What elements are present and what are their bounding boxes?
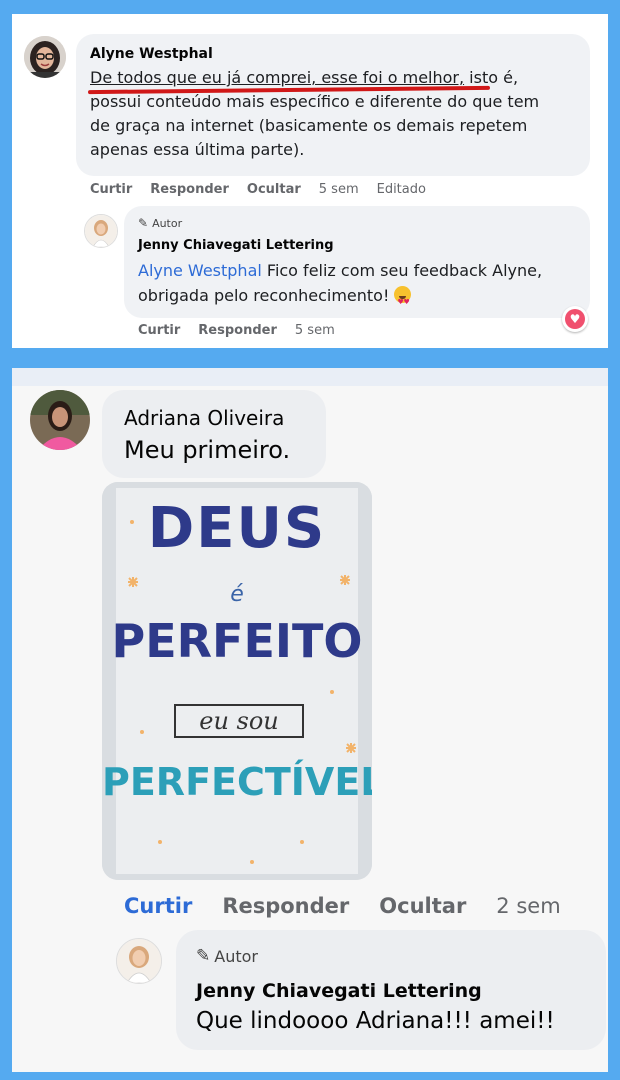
avatar-adriana-image: [30, 390, 90, 450]
comment-author-name[interactable]: Adriana Oliveira: [124, 406, 284, 430]
lettering-line-eu-sou: eu sou: [174, 704, 304, 738]
comment-panel-bottom: Adriana Oliveira Meu primeiro. DEUS é PE…: [12, 368, 608, 1072]
highlighted-text: De todos que eu já comprei, esse foi o m…: [90, 68, 465, 87]
like-button[interactable]: Curtir: [124, 894, 192, 918]
mention-link[interactable]: Alyne Westphal: [138, 261, 262, 280]
comment-text-line4: apenas essa última parte).: [90, 140, 305, 159]
timestamp[interactable]: 5 sem: [319, 182, 359, 197]
lettering-line-e: é: [230, 582, 244, 607]
comment-author-name[interactable]: Alyne Westphal: [90, 46, 213, 62]
reply-text-line1-rest: Fico feliz com seu feedback Alyne,: [261, 261, 543, 280]
panel-top-strip: [12, 368, 608, 386]
reply-text: Alyne Westphal Fico feliz com seu feedba…: [138, 258, 542, 308]
comment-text-line3: de graça na internet (basicamente os dem…: [90, 116, 528, 135]
comment-actions-alyne: Curtir Responder Ocultar 5 sem Editado: [90, 182, 426, 197]
reply-actions-jenny: Curtir Responder 5 sem: [138, 323, 335, 338]
pencil-icon: ✎: [138, 216, 149, 230]
pencil-icon: ✎: [196, 946, 211, 966]
avatar-alyne[interactable]: [24, 36, 66, 78]
comment-panel-top: Alyne Westphal De todos que eu já compre…: [12, 14, 608, 348]
like-button[interactable]: Curtir: [90, 182, 132, 197]
comment-text-line2: possui conteúdo mais específico e difere…: [90, 92, 540, 111]
hide-button[interactable]: Ocultar: [379, 894, 466, 918]
comment-bubble-adriana: Adriana Oliveira Meu primeiro.: [102, 390, 326, 478]
heart-reaction-icon[interactable]: ♥: [562, 306, 588, 332]
comment-bubble-alyne: Alyne Westphal De todos que eu já compre…: [76, 34, 590, 176]
heart-eyes-emoji-icon: ♥ ♥: [394, 286, 412, 306]
reply-author-name[interactable]: Jenny Chiavegati Lettering: [138, 238, 334, 253]
lettering-line-perfectivel: PERFECTÍVEL: [102, 760, 372, 804]
lettering-line-deus: DEUS: [147, 496, 327, 561]
timestamp[interactable]: 2 sem: [496, 894, 560, 918]
comment-attached-image[interactable]: DEUS é PERFEITO eu sou PERFECTÍVEL: [102, 482, 372, 880]
reply-text: Que lindoooo Adriana!!! amei!!: [196, 1008, 555, 1034]
author-badge-label: Autor: [152, 216, 183, 230]
lettering-text: DEUS é PERFEITO eu sou PERFECTÍVEL: [102, 482, 372, 880]
reply-author-name[interactable]: Jenny Chiavegati Lettering: [196, 980, 482, 1002]
edited-label[interactable]: Editado: [377, 182, 426, 197]
reply-bubble-jenny: ✎ Autor Jenny Chiavegati Lettering Que l…: [176, 930, 606, 1050]
avatar-jenny[interactable]: [84, 214, 118, 248]
author-badge-label: Autor: [214, 946, 258, 966]
timestamp[interactable]: 5 sem: [295, 323, 335, 338]
like-button[interactable]: Curtir: [138, 323, 180, 338]
reply-text-line2: obrigada pelo reconhecimento! ♥ ♥: [138, 283, 542, 308]
hide-button[interactable]: Ocultar: [247, 182, 301, 197]
comment-text: Meu primeiro.: [124, 436, 291, 464]
avatar-jenny-image: [85, 215, 117, 247]
reply-bubble-jenny: ✎ Autor Jenny Chiavegati Lettering Alyne…: [124, 206, 590, 318]
lettering-line-perfeito: PERFEITO: [111, 614, 363, 668]
comment-text-line1-rest: isto é,: [464, 68, 519, 87]
avatar-jenny[interactable]: [116, 938, 162, 984]
author-badge: ✎ Autor: [138, 216, 182, 230]
reply-text-line2-text: obrigada pelo reconhecimento!: [138, 286, 390, 305]
author-badge: ✎ Autor: [196, 946, 258, 966]
reply-text-line1: Alyne Westphal Fico feliz com seu feedba…: [138, 258, 542, 283]
reply-button[interactable]: Responder: [222, 894, 349, 918]
avatar-alyne-image: [24, 36, 66, 78]
avatar-jenny-image: [117, 939, 161, 983]
comment-text: De todos que eu já comprei, esse foi o m…: [90, 66, 539, 162]
comment-actions-adriana: Curtir Responder Ocultar 2 sem: [124, 894, 561, 918]
reply-button[interactable]: Responder: [150, 182, 229, 197]
avatar-adriana[interactable]: [30, 390, 90, 450]
reply-button[interactable]: Responder: [198, 323, 277, 338]
